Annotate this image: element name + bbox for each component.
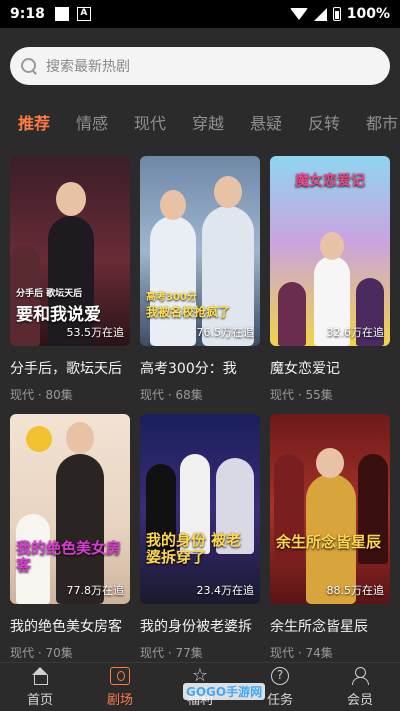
tab-suspense[interactable]: 悬疑 xyxy=(250,110,282,134)
drama-poster[interactable]: 高考300分 我被名校抢疯了 76.5万在追 xyxy=(140,156,260,346)
follow-count-badge: 76.5万在追 xyxy=(196,326,255,339)
poster-title: 魔女恋爱记 xyxy=(295,173,365,189)
follow-count-badge: 32.6万在追 xyxy=(326,326,385,339)
drama-card[interactable]: 我的绝色美女房客 77.8万在追 我的绝色美女房客 现代 · 70集 xyxy=(10,414,130,661)
follow-count-badge: 53.5万在追 xyxy=(66,326,125,339)
drama-meta: 现代 · 74集 xyxy=(270,646,333,660)
poster-flower xyxy=(26,426,52,452)
nav-member[interactable]: 会员 xyxy=(330,667,390,708)
poster-title: 要和我说爱 xyxy=(16,305,101,325)
drama-card[interactable]: 魔女恋爱记 32.6万在追 魔女恋爱记 现代 · 55集 xyxy=(270,156,390,403)
follow-count-badge: 23.4万在追 xyxy=(196,584,255,597)
nav-label: 会员 xyxy=(346,693,373,708)
battery-level: 100% xyxy=(346,6,390,22)
poster-title: 我的身份 被老婆拆穿了 xyxy=(146,531,242,566)
user-icon xyxy=(350,667,370,685)
notification-square-icon xyxy=(54,7,69,21)
nav-home[interactable]: 首页 xyxy=(10,667,70,708)
nav-label: 剧场 xyxy=(106,693,133,708)
watermark: GOGO手游网 xyxy=(183,683,266,700)
drama-card[interactable]: 分手后 歌坛天后 要和我说爱 53.5万在追 分手后，歌坛天后 现代 · 80集 xyxy=(10,156,130,403)
drama-poster[interactable]: 分手后 歌坛天后 要和我说爱 53.5万在追 xyxy=(10,156,130,346)
poster-face xyxy=(66,422,94,454)
search-icon xyxy=(20,57,38,75)
follow-count-badge: 77.8万在追 xyxy=(66,584,125,597)
drama-title: 我的身份被老婆拆 xyxy=(140,619,252,635)
drama-title: 余生所念皆星辰 xyxy=(270,619,368,635)
status-time: 9:18 xyxy=(10,6,45,22)
poster-subtitle: 高考300分 xyxy=(146,292,197,303)
tab-urban[interactable]: 都市 xyxy=(366,110,398,134)
drama-title: 高考300分：我 xyxy=(140,361,237,377)
tab-modern[interactable]: 现代 xyxy=(134,110,166,134)
wifi-icon xyxy=(289,8,308,20)
poster-face xyxy=(316,448,344,478)
notification-a-icon: A xyxy=(76,7,91,21)
drama-card[interactable]: 高考300分 我被名校抢疯了 76.5万在追 高考300分：我 现代 · 68集 xyxy=(140,156,260,403)
drama-card[interactable]: 我的身份 被老婆拆穿了 23.4万在追 我的身份被老婆拆 现代 · 77集 xyxy=(140,414,260,661)
poster-figure xyxy=(150,216,196,346)
drama-poster[interactable]: 魔女恋爱记 32.6万在追 xyxy=(270,156,390,346)
drama-poster[interactable]: 余生所念皆星辰 88.5万在追 xyxy=(270,414,390,604)
question-circle-icon: ? xyxy=(271,667,289,685)
poster-figure xyxy=(278,282,306,346)
drama-poster[interactable]: 我的身份 被老婆拆穿了 23.4万在追 xyxy=(140,414,260,604)
drama-title: 分手后，歌坛天后 xyxy=(10,361,122,377)
tab-emotion[interactable]: 情感 xyxy=(76,110,108,134)
poster-face xyxy=(214,176,242,208)
poster-title: 我被名校抢疯了 xyxy=(146,305,231,319)
signal-icon xyxy=(313,7,327,21)
drama-poster[interactable]: 我的绝色美女房客 77.8万在追 xyxy=(10,414,130,604)
category-tabs: 推荐 情感 现代 穿越 悬疑 反转 都市 xyxy=(0,110,400,134)
drama-meta: 现代 · 55集 xyxy=(270,388,333,402)
drama-card[interactable]: 余生所念皆星辰 88.5万在追 余生所念皆星辰 现代 · 74集 xyxy=(270,414,390,661)
poster-face xyxy=(56,182,86,216)
drama-meta: 现代 · 68集 xyxy=(140,388,203,402)
drama-meta: 现代 · 70集 xyxy=(10,646,73,660)
home-icon xyxy=(30,667,50,685)
poster-title: 余生所念皆星辰 xyxy=(276,533,382,551)
battery-icon xyxy=(332,7,341,21)
follow-count-badge: 88.5万在追 xyxy=(326,584,385,597)
poster-subtitle: 分手后 歌坛天后 xyxy=(16,289,83,299)
nav-theater[interactable]: 剧场 xyxy=(90,667,150,708)
drama-meta: 现代 · 77集 xyxy=(140,646,203,660)
search-bar[interactable]: 搜索最新热剧 xyxy=(10,47,390,85)
drama-title: 我的绝色美女房客 xyxy=(10,619,122,635)
poster-face xyxy=(320,232,344,260)
theater-icon xyxy=(110,667,130,685)
status-right: 100% xyxy=(289,6,390,22)
drama-title: 魔女恋爱记 xyxy=(270,361,340,377)
tab-time-travel[interactable]: 穿越 xyxy=(192,110,224,134)
drama-meta: 现代 · 80集 xyxy=(10,388,73,402)
search-input[interactable]: 搜索最新热剧 xyxy=(46,56,130,76)
tab-twist[interactable]: 反转 xyxy=(308,110,340,134)
poster-face xyxy=(160,190,186,220)
poster-title: 我的绝色美女房客 xyxy=(16,539,122,574)
tab-recommend[interactable]: 推荐 xyxy=(18,110,50,134)
status-bar: 9:18 A 100% xyxy=(0,0,400,28)
nav-label: 首页 xyxy=(26,693,53,708)
